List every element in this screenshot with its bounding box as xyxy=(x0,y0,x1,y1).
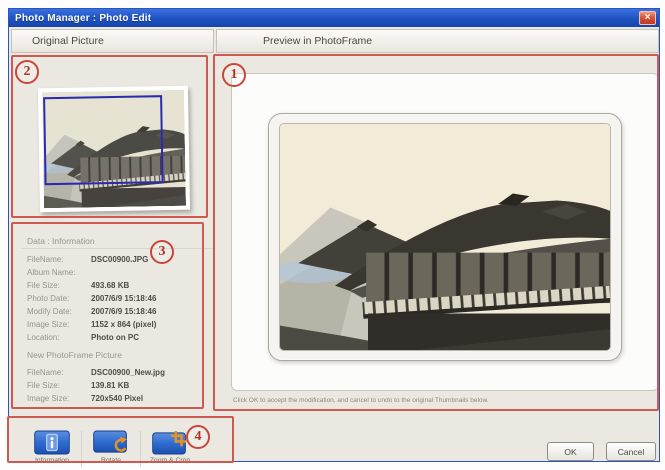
new-photoframe-rows: FileName: DSC00900_New.jpg File Size: 13… xyxy=(21,362,213,405)
zoom-crop-label: Zoom & Crop xyxy=(150,457,190,464)
photoframe xyxy=(268,113,622,361)
window-title: Photo Manager : Photo Edit xyxy=(9,13,151,24)
info-row-new-image-size: Image Size: 720x540 Pixel xyxy=(27,392,213,405)
info-section-title: Data : Information xyxy=(21,233,213,249)
original-picture-header-label: Original Picture xyxy=(32,35,104,47)
info-row-filename: FileName: DSC00900.JPG xyxy=(27,253,213,266)
preview-header-label: Preview in PhotoFrame xyxy=(263,35,372,47)
crop-selection-rect[interactable] xyxy=(43,95,164,185)
info-rows: FileName: DSC00900.JPG Album Name: File … xyxy=(21,249,213,344)
rotate-button[interactable]: Rotate xyxy=(84,430,138,464)
preview-caption: Click OK to accept the modification, and… xyxy=(233,397,653,404)
zoom-crop-icon xyxy=(151,430,189,455)
photo-edit-dialog: Photo Manager : Photo Edit × Original Pi… xyxy=(8,8,660,462)
rotate-label: Rotate xyxy=(101,457,121,464)
information-label: Information xyxy=(35,457,69,464)
info-row-album-name: Album Name: xyxy=(27,266,213,279)
zoom-crop-button[interactable]: Zoom & Crop xyxy=(143,430,197,464)
ok-button[interactable]: OK xyxy=(547,442,594,461)
cancel-button[interactable]: Cancel xyxy=(606,442,656,461)
info-row-file-size: File Size: 493.68 KB xyxy=(27,279,213,292)
original-thumbnail[interactable] xyxy=(38,86,190,213)
rotate-icon xyxy=(92,430,130,455)
toolbar-separator xyxy=(81,431,82,467)
preview-panel xyxy=(231,73,659,391)
info-row-new-filename: FileName: DSC00900_New.jpg xyxy=(27,366,213,379)
toolbar-separator xyxy=(140,431,141,467)
info-row-new-file-size: File Size: 139.81 KB xyxy=(27,379,213,392)
info-row-location: Location: Photo on PC xyxy=(27,331,213,344)
information-button[interactable]: Information xyxy=(25,430,79,464)
new-photoframe-section-title: New PhotoFrame Picture xyxy=(21,344,213,362)
title-bar[interactable]: Photo Manager : Photo Edit × xyxy=(9,9,659,27)
information-icon xyxy=(33,430,71,455)
info-row-image-size: Image Size: 1152 x 864 (pixel) xyxy=(27,318,213,331)
info-row-photo-date: Photo Date: 2007/6/9 15:18:46 xyxy=(27,292,213,305)
original-picture-header: Original Picture xyxy=(11,29,214,53)
screenshot-root: Photo Manager : Photo Edit × Original Pi… xyxy=(0,0,665,470)
edit-toolbar: Information Rotate xyxy=(17,426,241,470)
preview-photo-image xyxy=(279,123,611,351)
preview-header: Preview in PhotoFrame xyxy=(216,29,659,53)
close-icon[interactable]: × xyxy=(639,11,656,25)
info-row-modify-date: Modify Date: 2007/6/9 15:18:46 xyxy=(27,305,213,318)
data-information-panel: Data : Information FileName: DSC00900.JP… xyxy=(21,233,213,417)
